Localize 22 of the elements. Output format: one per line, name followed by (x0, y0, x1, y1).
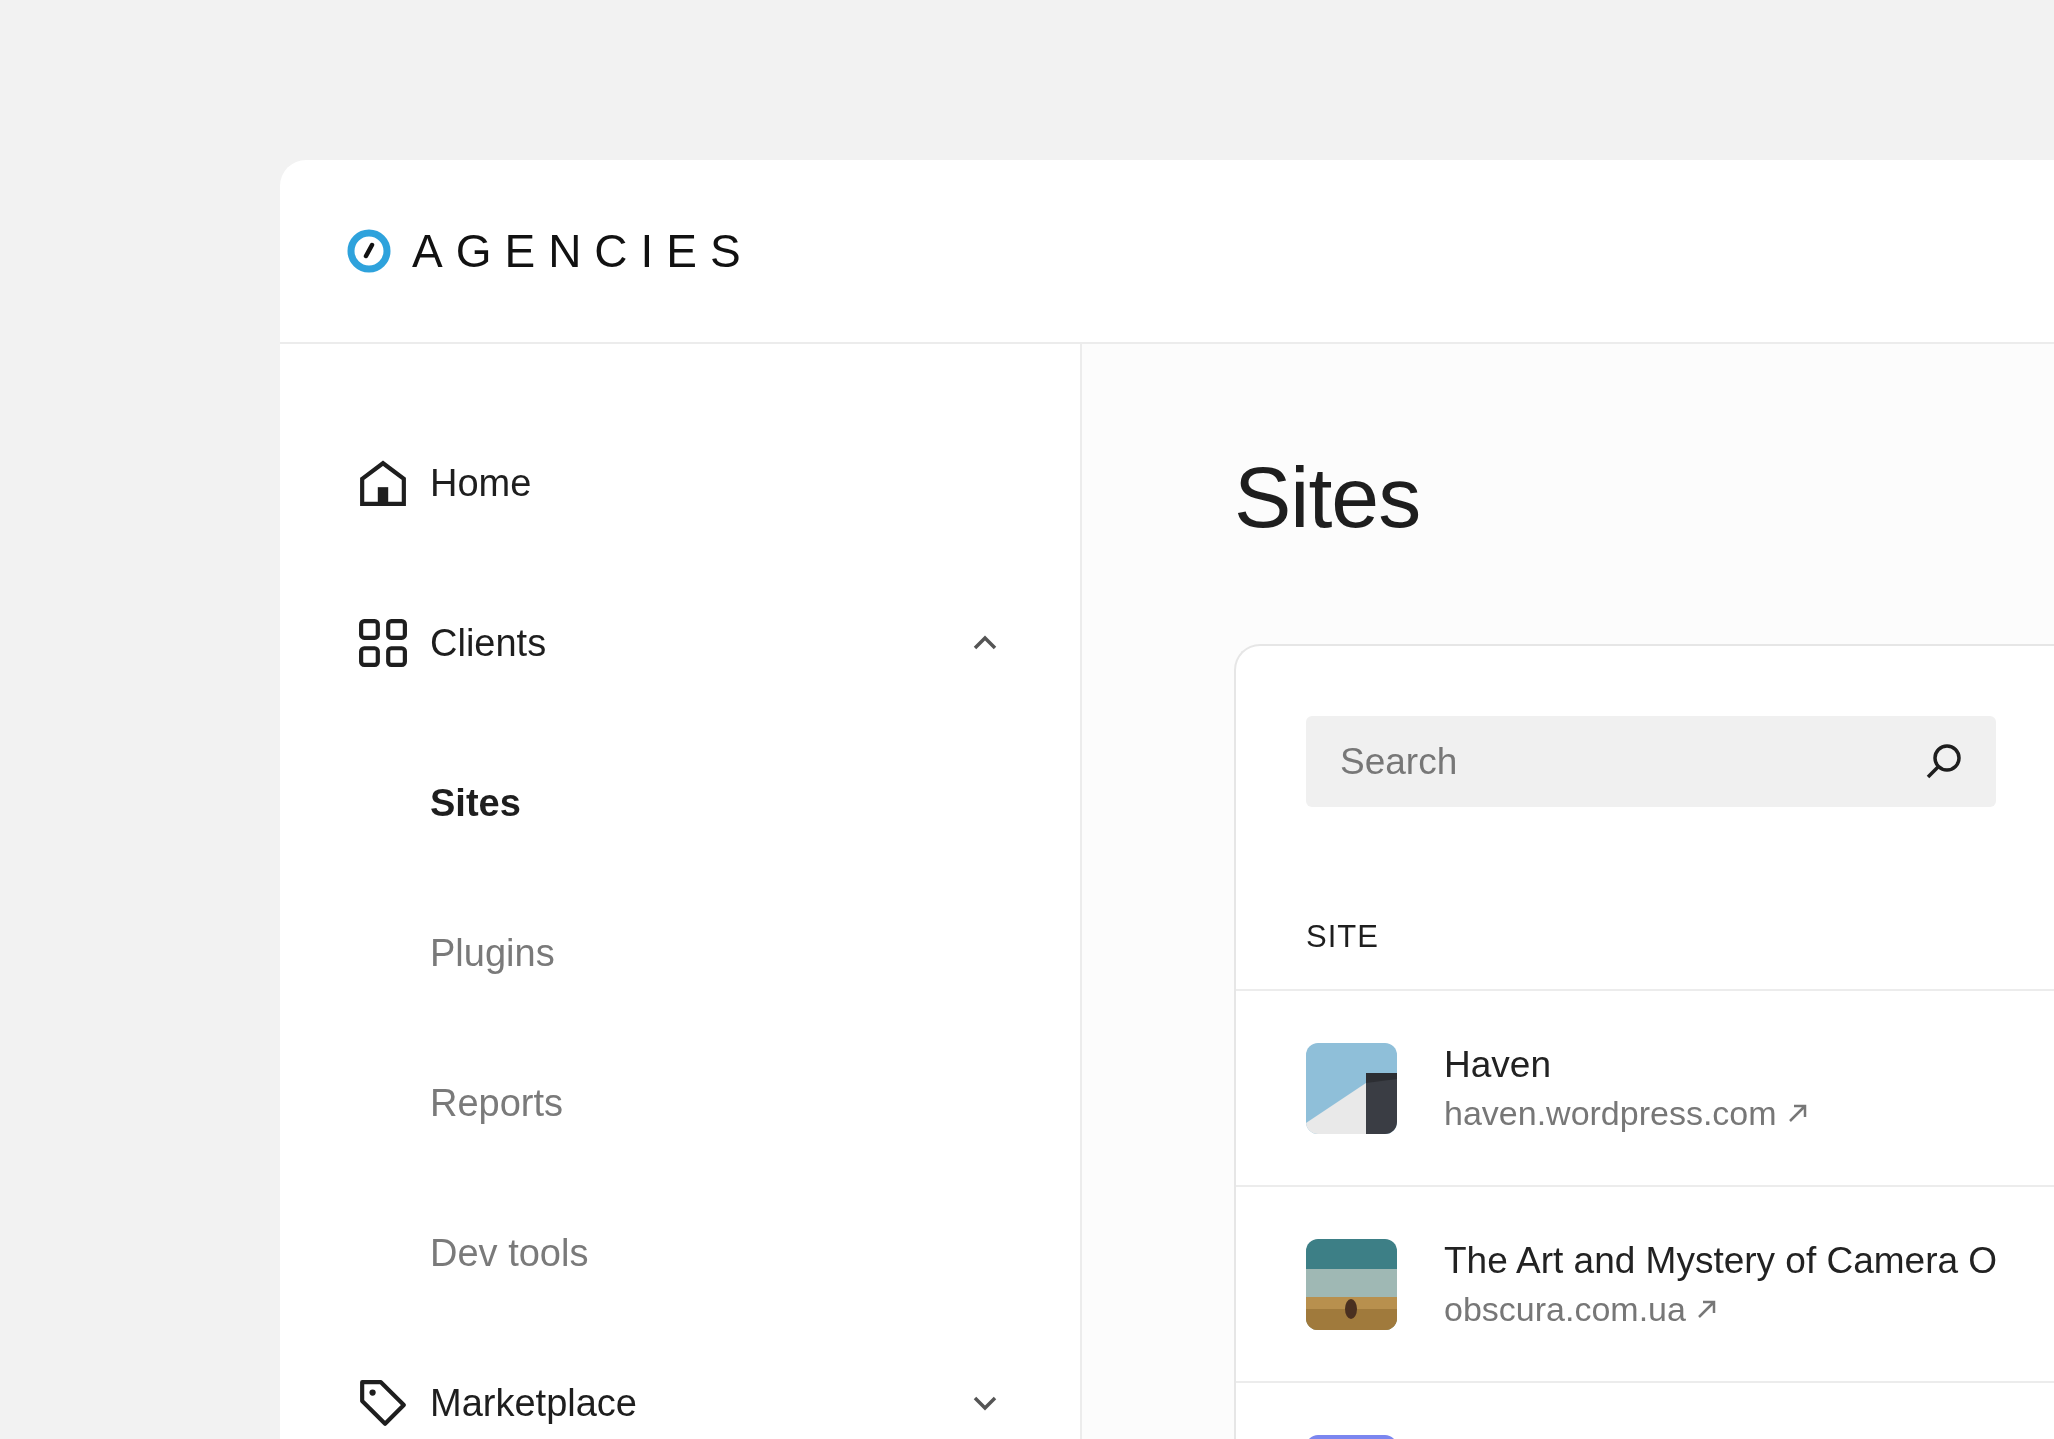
column-header: SITE (1236, 807, 2054, 991)
chevron-up-icon[interactable] (972, 635, 998, 651)
search-field[interactable]: Search (1306, 716, 1996, 807)
nav-item[interactable]: Marketplace (430, 1381, 972, 1425)
nav-subitem[interactable]: Sites (430, 753, 1080, 853)
logo-icon (346, 228, 392, 274)
brand-name: AGENCIES (412, 224, 754, 278)
tag-icon (358, 1378, 408, 1428)
site-title: The Art and Mystery of Camera O (1444, 1239, 1998, 1282)
site-link[interactable]: haven.wordpress.com (1444, 1093, 1809, 1133)
nav-subitem[interactable]: Plugins (430, 903, 1080, 1003)
site-link[interactable]: obscura.com.ua (1444, 1289, 1998, 1329)
nav-subitem[interactable]: Dev tools (430, 1203, 1080, 1303)
chevron-down-icon[interactable] (972, 1395, 998, 1411)
home-icon (358, 458, 408, 508)
grid-icon (358, 618, 408, 668)
page-title: Sites (1234, 454, 1422, 540)
search-icon[interactable] (1924, 741, 1964, 781)
nav-subitem[interactable]: Reports (430, 1053, 1080, 1153)
nav-item[interactable]: Clients (430, 621, 972, 665)
nav-item[interactable]: Home (430, 461, 998, 505)
site-title: Haven (1444, 1043, 1552, 1086)
